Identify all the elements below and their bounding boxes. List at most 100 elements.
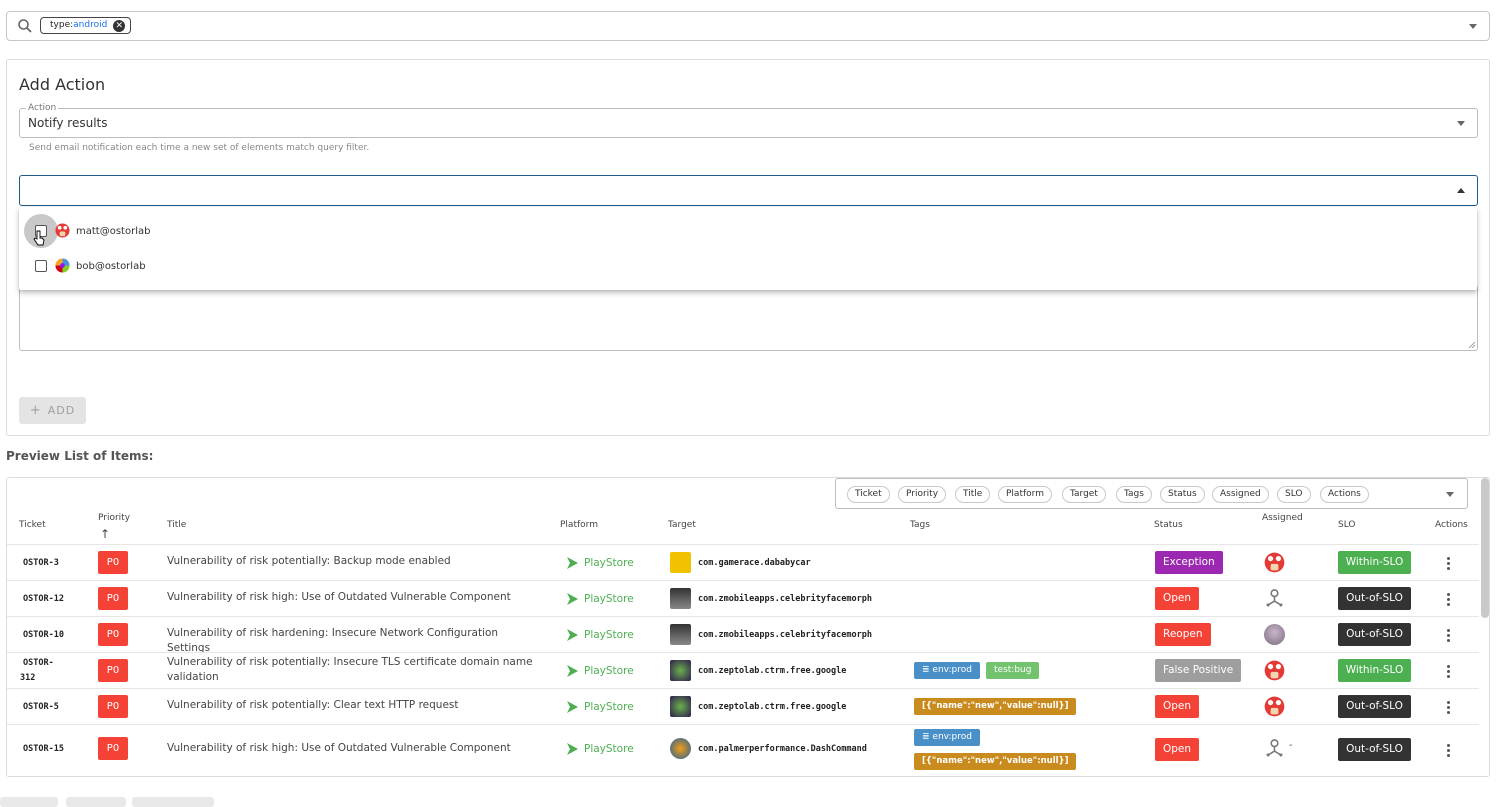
chip-remove-icon[interactable]: ✕ <box>113 19 126 32</box>
playstore-icon <box>567 593 578 605</box>
platform-cell: PlayStore <box>565 592 634 606</box>
platform-label: PlayStore <box>584 701 634 713</box>
slo-badge: Out-of-SLO <box>1338 587 1411 610</box>
header-platform[interactable]: Platform <box>560 520 598 530</box>
priority-badge: P0 <box>98 659 128 682</box>
pagination-button[interactable] <box>132 797 214 807</box>
app-icon <box>670 552 691 573</box>
column-pill-priority[interactable]: Priority <box>898 486 947 503</box>
unassigned-icon <box>1266 589 1283 607</box>
column-pill-platform[interactable]: Platform <box>998 486 1052 503</box>
mushroom-avatar <box>1264 696 1285 717</box>
search-icon <box>18 19 32 33</box>
filter-search-bar[interactable]: type:android ✕ <box>6 11 1490 41</box>
more-actions-icon[interactable] <box>1447 699 1451 716</box>
column-selector[interactable]: Ticket Priority Title Platform Target Ta… <box>835 478 1468 509</box>
ticket-id[interactable]: OSTOR-3 <box>23 558 59 568</box>
target-cell: com.zeptolab.ctrm.free.google <box>670 660 846 681</box>
message-textarea[interactable] <box>19 285 1478 351</box>
recipients-select[interactable] <box>19 175 1478 206</box>
header-assigned[interactable]: Assigned <box>1262 513 1303 523</box>
priority-badge: P0 <box>98 737 128 760</box>
user-option-bob[interactable]: bob@ostorlab <box>19 248 1477 284</box>
ticket-id-line2[interactable]: 312 <box>20 673 35 683</box>
ticket-id[interactable]: OSTOR-10 <box>23 630 64 640</box>
column-pill-assigned[interactable]: Assigned <box>1212 486 1269 503</box>
platform-label: PlayStore <box>584 743 634 755</box>
row-title: Vulnerability of risk potentially: Backu… <box>167 555 451 567</box>
target-package: com.zeptolab.ctrm.free.google <box>698 701 847 712</box>
more-actions-icon[interactable] <box>1447 627 1451 644</box>
header-priority[interactable]: Priority <box>98 513 130 523</box>
more-actions-icon[interactable] <box>1447 591 1451 608</box>
chevron-down-icon[interactable] <box>1457 121 1465 126</box>
more-actions-icon[interactable] <box>1447 555 1451 572</box>
column-pill-actions[interactable]: Actions <box>1320 486 1369 503</box>
header-status[interactable]: Status <box>1154 520 1183 530</box>
platform-cell: PlayStore <box>565 628 634 642</box>
user-option-matt[interactable]: matt@ostorlab <box>19 213 1477 249</box>
header-ticket[interactable]: Ticket <box>19 520 46 530</box>
table-row[interactable]: OSTOR-5 P0 Vulnerability of risk potenti… <box>7 688 1479 724</box>
status-badge: Open <box>1155 738 1200 761</box>
column-pill-target[interactable]: Target <box>1062 486 1106 503</box>
pagination-button[interactable] <box>0 797 58 807</box>
table-row[interactable]: OSTOR- 312 P0 Vulnerability of risk pote… <box>7 652 1479 688</box>
colorful-avatar <box>55 258 70 273</box>
tag-chip[interactable]: test:bug <box>986 662 1040 679</box>
tag-chip[interactable]: [{"name":"new","value":null}] <box>914 698 1077 715</box>
row-title: Vulnerability of risk high: Use of Outda… <box>167 591 511 603</box>
sort-arrow-icon[interactable]: ↑ <box>100 527 110 541</box>
app-icon <box>670 738 691 759</box>
playstore-icon <box>567 743 578 755</box>
status-badge: False Positive <box>1155 659 1242 682</box>
header-title[interactable]: Title <box>167 520 186 530</box>
column-pill-slo[interactable]: SLO <box>1277 486 1311 503</box>
table-row[interactable]: OSTOR-3 P0 Vulnerability of risk potenti… <box>7 544 1479 580</box>
chevron-down-icon[interactable] <box>1469 24 1477 29</box>
app-icon <box>670 588 691 609</box>
tag-chip[interactable]: [{"name":"new","value":null}] <box>914 753 1077 770</box>
table-scrollbar[interactable] <box>1481 478 1489 618</box>
ticket-id-line1[interactable]: OSTOR- <box>23 658 54 668</box>
header-target[interactable]: Target <box>668 520 696 530</box>
platform-label: PlayStore <box>584 593 634 605</box>
column-pill-title[interactable]: Title <box>955 486 991 503</box>
add-button[interactable]: + ADD <box>19 397 86 424</box>
pagination-button[interactable] <box>66 797 126 807</box>
filter-chip[interactable]: type:android ✕ <box>40 17 132 34</box>
add-button-label: ADD <box>47 404 76 417</box>
more-actions-icon[interactable] <box>1447 742 1451 759</box>
app-icon <box>670 660 691 681</box>
header-slo[interactable]: SLO <box>1338 520 1356 530</box>
tag-chip[interactable]: ≣ env:prod <box>914 729 980 746</box>
ticket-id[interactable]: OSTOR-5 <box>23 702 59 712</box>
target-cell: com.zmobileapps.celebrityfacemorph <box>670 624 872 645</box>
header-tags[interactable]: Tags <box>910 520 930 530</box>
slo-badge: Out-of-SLO <box>1338 738 1411 761</box>
ticket-id[interactable]: OSTOR-12 <box>23 594 64 604</box>
status-badge: Open <box>1155 587 1200 610</box>
chevron-up-icon[interactable] <box>1457 188 1465 193</box>
more-actions-icon[interactable] <box>1447 663 1451 680</box>
user-checkbox[interactable] <box>35 260 47 272</box>
mushroom-avatar <box>1264 660 1285 681</box>
table-row[interactable]: OSTOR-15 P0 Vulnerability of risk high: … <box>7 724 1479 774</box>
table-row[interactable]: OSTOR-12 P0 Vulnerability of risk high: … <box>7 580 1479 616</box>
playstore-icon <box>567 701 578 713</box>
resize-handle-icon[interactable] <box>1468 341 1476 349</box>
target-package: com.zeptolab.ctrm.free.google <box>698 665 847 676</box>
chevron-down-icon[interactable] <box>1446 492 1454 497</box>
column-pill-status[interactable]: Status <box>1160 486 1205 503</box>
column-pill-tags[interactable]: Tags <box>1116 486 1152 503</box>
ticket-id[interactable]: OSTOR-15 <box>23 744 64 754</box>
tag-label: env:prod <box>932 665 972 675</box>
action-select[interactable]: Action Notify results <box>19 103 1478 138</box>
column-pill-ticket[interactable]: Ticket <box>847 486 890 503</box>
target-cell: com.zmobileapps.celebrityfacemorph <box>670 588 872 609</box>
platform-cell: PlayStore <box>565 742 634 756</box>
table-row[interactable]: OSTOR-10 P0 Vulnerability of risk harden… <box>7 616 1479 654</box>
header-actions[interactable]: Actions <box>1435 520 1468 530</box>
user-email: matt@ostorlab <box>76 225 151 237</box>
tag-chip[interactable]: ≣ env:prod <box>914 662 980 679</box>
